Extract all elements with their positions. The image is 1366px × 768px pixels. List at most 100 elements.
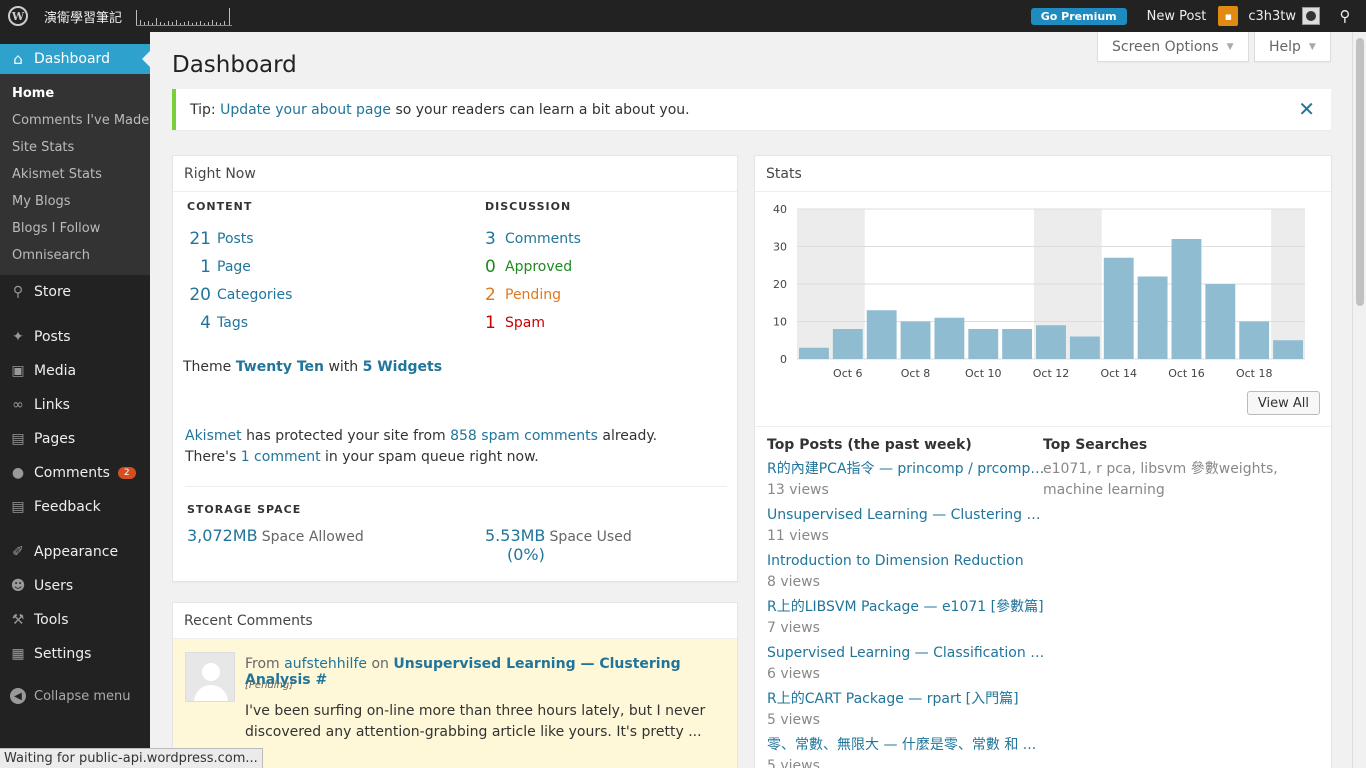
sidebar-item-label: Settings (34, 646, 92, 662)
commenter-avatar-icon (185, 652, 235, 702)
top-searches: Top Searches e1071, r pca, libsvm 參數weig… (1043, 437, 1313, 501)
top-post-item: R的內建PCA指令 — princomp / prcomp ... 13 view… (767, 459, 1047, 501)
top-post-views: 6 views (767, 666, 820, 682)
sidebar-item-pages[interactable]: ▤ Pages (0, 422, 150, 456)
notifications-icon[interactable]: ▪ (1218, 6, 1239, 26)
sidebar-item-posts[interactable]: ✦ Posts (0, 320, 150, 354)
y-tick-label: 20 (773, 278, 787, 291)
content-column: CONTENT 21 Posts 1 Page 20 Categories 4 Tags (187, 200, 292, 337)
screen-options-button[interactable]: Screen Options ▼ (1097, 32, 1249, 62)
sidebar-item-media[interactable]: ▣ Media (0, 354, 150, 388)
pages-icon: ▤ (11, 431, 25, 447)
submenu-blogs-follow[interactable]: Blogs I Follow (0, 215, 150, 242)
top-post-item: 零、常數、無限大 — 什麼是零、常數 和 ... 5 views (767, 735, 1047, 768)
top-post-link[interactable]: R上的CART Package — rpart [入門篇] (767, 689, 1045, 710)
submenu-home[interactable]: Home (0, 80, 150, 107)
discussion-row-spam[interactable]: 1 Spam (485, 309, 581, 337)
comment-text: I've been surfing on-line more than thre… (245, 703, 706, 740)
stats-sparkline[interactable] (136, 6, 233, 26)
settings-icon: ▦ (11, 646, 25, 662)
top-post-link[interactable]: Introduction to Dimension Reduction (767, 551, 1045, 572)
media-icon: ▣ (11, 363, 25, 379)
content-row-categories[interactable]: 20 Categories (187, 281, 292, 309)
discussion-row-approved[interactable]: 0 Approved (485, 253, 581, 281)
go-premium-button[interactable]: Go Premium (1030, 7, 1127, 25)
top-post-item: Unsupervised Learning — Clustering A... 1… (767, 505, 1047, 547)
discussion-row-pending[interactable]: 2 Pending (485, 281, 581, 309)
browser-status-bar: Waiting for public-api.wordpress.com... (0, 748, 263, 768)
widget-title[interactable]: Right Now (173, 156, 737, 192)
view-all-button[interactable]: View All (1246, 391, 1320, 415)
space-allowed-value[interactable]: 3,072MB (187, 526, 258, 545)
help-button[interactable]: Help ▼ (1254, 32, 1331, 62)
bar (934, 317, 965, 359)
discussion-column: DISCUSSION 3 Comments 0 Approved 2 Pending … (485, 200, 581, 337)
new-post-link[interactable]: New Post (1147, 9, 1207, 24)
update-about-page-link[interactable]: Update your about page (220, 102, 391, 118)
widgets-link[interactable]: 5 Widgets (363, 359, 442, 375)
search-icon[interactable]: ⚲ (1334, 7, 1356, 25)
content-row-posts[interactable]: 21 Posts (187, 225, 292, 253)
dashboard-submenu: Home Comments I've Made Site Stats Akism… (0, 74, 150, 275)
sidebar-item-links[interactable]: ∞ Links (0, 388, 150, 422)
bar (1273, 340, 1303, 359)
submenu-comments-made[interactable]: Comments I've Made (0, 107, 150, 134)
content-row-page[interactable]: 1 Page (187, 253, 292, 281)
top-post-views: 5 views (767, 712, 820, 728)
site-name[interactable]: 演衛學習筆記 (44, 7, 122, 26)
comment-status: [Pending] (245, 680, 294, 691)
sidebar-item-users[interactable]: ☻ Users (0, 569, 150, 603)
space-used-percent[interactable]: (0%) (507, 545, 545, 564)
feedback-icon: ▤ (11, 499, 25, 515)
submenu-omnisearch[interactable]: Omnisearch (0, 242, 150, 269)
page-scrollbar[interactable] (1352, 32, 1366, 768)
sidebar-item-store[interactable]: ⚲ Store (0, 275, 150, 309)
akismet-link[interactable]: Akismet (185, 428, 242, 444)
right-now-widget: Right Now CONTENT 21 Posts 1 Page 20 Catego… (172, 155, 738, 582)
username[interactable]: c3h3tw (1248, 9, 1296, 24)
bar (1137, 276, 1168, 359)
sidebar-item-settings[interactable]: ▦ Settings (0, 637, 150, 671)
top-post-link[interactable]: Supervised Learning — Classification a..… (767, 643, 1045, 664)
sidebar-item-comments[interactable]: ● Comments 2 (0, 456, 150, 490)
brush-icon: ✐ (12, 544, 24, 560)
sidebar-item-label: Comments (34, 465, 110, 481)
submenu-akismet-stats[interactable]: Akismet Stats (0, 161, 150, 188)
submenu-my-blogs[interactable]: My Blogs (0, 188, 150, 215)
comments-count-badge: 2 (117, 467, 136, 479)
stats-chart: 0 10 20 30 40 Oct 6 Oct 8 Oct 10 Oct 12 Oct 14 Oct… (773, 203, 1305, 380)
top-post-link[interactable]: R上的LIBSVM Package — e1071 [參數篇] (767, 597, 1045, 618)
spam-comments-link[interactable]: 858 spam comments (450, 428, 598, 444)
discussion-row-comments[interactable]: 3 Comments (485, 225, 581, 253)
sidebar-item-dashboard[interactable]: ⌂ Dashboard (0, 44, 150, 74)
comment-meta: From aufstehhilfe on Unsupervised Learni… (245, 656, 681, 688)
widget-title[interactable]: Recent Comments (173, 603, 737, 639)
top-searches-heading: Top Searches (1043, 437, 1148, 453)
collapse-menu-button[interactable]: ◀ Collapse menu (0, 679, 150, 713)
y-tick-label: 40 (773, 203, 787, 216)
wordpress-logo-icon[interactable]: W (0, 0, 36, 32)
close-icon[interactable]: ✕ (1298, 97, 1315, 121)
submenu-site-stats[interactable]: Site Stats (0, 134, 150, 161)
content-row-tags[interactable]: 4 Tags (187, 309, 292, 337)
link-icon: ∞ (12, 397, 24, 413)
collapse-menu-label: Collapse menu (34, 688, 131, 704)
sidebar-item-label: Tools (34, 612, 69, 628)
widget-title[interactable]: Stats (755, 156, 1331, 192)
user-avatar[interactable] (1302, 7, 1320, 25)
sidebar-item-feedback[interactable]: ▤ Feedback (0, 490, 150, 524)
comment-author-link[interactable]: aufstehhilfe (284, 656, 367, 672)
top-post-link[interactable]: 零、常數、無限大 — 什麼是零、常數 和 ... (767, 735, 1045, 756)
space-used-value[interactable]: 5.53MB (485, 526, 545, 545)
scrollbar-thumb[interactable] (1356, 38, 1364, 306)
top-post-link[interactable]: Unsupervised Learning — Clustering A... (767, 505, 1045, 526)
bar (832, 329, 863, 359)
spam-queue-link[interactable]: 1 comment (241, 449, 321, 465)
x-tick-label: Oct 14 (1100, 367, 1137, 380)
top-post-link[interactable]: R的內建PCA指令 — princomp / prcomp ... (767, 459, 1045, 480)
sidebar-item-appearance[interactable]: ✐ Appearance (0, 535, 150, 569)
sidebar-item-tools[interactable]: ⚒ Tools (0, 603, 150, 637)
cart-icon: ⚲ (12, 284, 24, 300)
theme-link[interactable]: Twenty Ten (236, 359, 324, 375)
bar (1069, 336, 1100, 359)
